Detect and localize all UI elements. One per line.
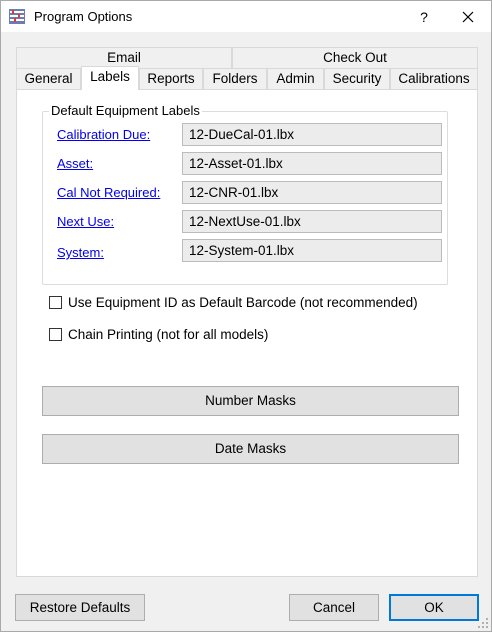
tab-admin[interactable]: Admin [267,68,324,89]
next-use-file-field[interactable]: 12-NextUse-01.lbx [182,210,442,233]
window-title: Program Options [34,9,133,24]
asset-file-field[interactable]: 12-Asset-01.lbx [182,152,442,175]
cancel-button[interactable]: Cancel [289,594,379,621]
tab-security[interactable]: Security [324,68,390,89]
tab-general[interactable]: General [16,68,81,89]
app-settings-icon [9,9,25,24]
chain-printing-label: Chain Printing (not for all models) [68,327,269,342]
number-masks-button[interactable]: Number Masks [42,386,459,416]
close-icon [462,11,474,23]
calibration-due-file-field[interactable]: 12-DueCal-01.lbx [182,123,442,146]
tab-calibrations[interactable]: Calibrations [390,68,478,89]
group-legend: Default Equipment Labels [49,103,202,118]
ok-button[interactable]: OK [389,594,479,621]
use-equipment-id-checkbox[interactable] [49,296,62,309]
date-masks-button[interactable]: Date Masks [42,434,459,464]
title-bar[interactable]: Program Options ? [1,1,491,32]
chain-printing-option[interactable]: Chain Printing (not for all models) [49,327,268,342]
system-file-field[interactable]: 12-System-01.lbx [182,239,442,262]
tab-reports[interactable]: Reports [139,68,203,89]
cal-not-required-file-field[interactable]: 12-CNR-01.lbx [182,181,442,204]
system-link[interactable]: System: [57,245,104,260]
tab-folders[interactable]: Folders [203,68,267,89]
calibration-due-link[interactable]: Calibration Due: [57,127,150,142]
use-equipment-id-label: Use Equipment ID as Default Barcode (not… [68,295,418,310]
help-button[interactable]: ? [409,5,439,29]
restore-defaults-button[interactable]: Restore Defaults [15,594,145,621]
next-use-link[interactable]: Next Use: [57,214,114,229]
use-equipment-id-option[interactable]: Use Equipment ID as Default Barcode (not… [49,295,418,310]
close-button[interactable] [453,5,483,29]
tab-labels[interactable]: Labels [81,66,139,90]
tab-email[interactable]: Email [16,47,232,68]
chain-printing-checkbox[interactable] [49,328,62,341]
resize-grip-icon[interactable] [477,617,489,629]
cal-not-required-link[interactable]: Cal Not Required: [57,185,160,200]
asset-link[interactable]: Asset: [57,156,93,171]
program-options-dialog: Program Options ? Email Check Out Genera… [0,0,492,632]
tab-check-out[interactable]: Check Out [232,47,478,68]
